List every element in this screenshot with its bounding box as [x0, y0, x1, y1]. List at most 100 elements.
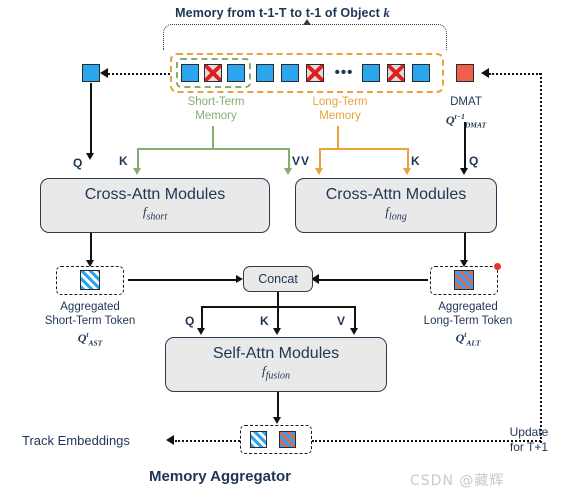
dmat-symbol: Qt−1DMAT: [425, 110, 507, 132]
short-term-memory-label-line2: Memory: [195, 109, 237, 122]
aggregated-short-symbol: QtAST: [20, 328, 160, 350]
fusion-k-arrowhead: [273, 328, 281, 335]
fusion-k-line: [277, 306, 279, 330]
long-term-memory-label-line2: Memory: [319, 109, 361, 122]
concat-block[interactable]: Concat: [243, 266, 313, 292]
q-long-label: Q: [469, 154, 479, 168]
track-embeddings-arrowhead: [166, 435, 174, 445]
aggregated-short-label-line1: Aggregated: [60, 301, 120, 313]
concat-label: Concat: [258, 272, 298, 286]
aggregated-long-symbol-base: Q: [455, 331, 465, 345]
long-term-token-masked: [306, 64, 324, 82]
dmat-symbol-sup: t−1: [454, 111, 465, 121]
track-embeddings-dotted-line: [175, 440, 240, 442]
memory-scope-bracket-tick: [303, 19, 311, 25]
fusion-k-label: K: [260, 314, 269, 328]
self-attn-subtitle: ffusion: [262, 363, 290, 385]
cross-attn-short-module[interactable]: Cross-Attn Modules fshort: [40, 178, 270, 233]
self-attn-out-line: [277, 392, 279, 419]
update-indicator-dot: [494, 263, 501, 270]
aggregated-long-label: Aggregated Long-Term Token QtALT: [398, 301, 538, 350]
aggregated-short-label: Aggregated Short-Term Token QtAST: [20, 301, 160, 350]
short-to-concat-arrowhead: [236, 275, 243, 283]
cross-attn-short-subtitle: fshort: [143, 204, 167, 226]
output-short-token: [250, 431, 267, 448]
short-term-token-masked: [204, 64, 222, 82]
long-term-token: [256, 64, 274, 82]
long-term-memory-label: Long-Term Memory: [290, 96, 390, 123]
v-short-line: [288, 148, 290, 170]
aggregated-long-token: [454, 270, 474, 290]
k-long-arrowhead: [403, 168, 411, 175]
short-term-memory-label: Short-Term Memory: [166, 96, 266, 123]
watermark: CSDN @藏辉: [410, 473, 505, 489]
long-term-token: [281, 64, 299, 82]
dmat-token: [456, 64, 474, 82]
aggregated-short-symbol-sub: AST: [88, 338, 103, 348]
fusion-q-line: [201, 306, 203, 330]
memory-to-token-arrowhead: [100, 68, 108, 78]
concat-stem: [277, 292, 279, 307]
cross-attn-short-subtitle-sub: short: [146, 211, 168, 223]
long-term-token: [362, 64, 380, 82]
aggregated-short-label-line2: Short-Term Token: [44, 314, 136, 327]
fusion-v-line: [354, 306, 356, 330]
aggregated-long-symbol: QtALT: [398, 328, 538, 350]
aggregated-long-label-line1: Aggregated: [438, 301, 498, 313]
short-term-token: [227, 64, 245, 82]
q-long-line: [464, 122, 466, 170]
diagram-canvas: Memory from t-1-T to t-1 of Object k •••…: [0, 0, 565, 502]
fusion-v-label: V: [337, 314, 346, 328]
v-short-arrowhead: [284, 168, 292, 175]
dmat-feedback-line-v: [540, 73, 542, 443]
q-short-arrowhead: [86, 153, 94, 160]
q-long-arrowhead: [460, 168, 468, 175]
short-term-split-bar: [137, 148, 289, 150]
v-long-arrowhead: [315, 168, 323, 175]
long-term-token: [412, 64, 430, 82]
long-term-split-bar: [319, 148, 409, 150]
aggregated-short-token: [80, 270, 100, 290]
k-long-line: [407, 148, 409, 170]
dmat-feedback-arrowhead: [481, 68, 489, 78]
long-term-stem: [337, 126, 339, 149]
track-embeddings-label: Track Embeddings: [22, 433, 130, 448]
aggregated-long-symbol-sub: ALT: [466, 338, 481, 348]
self-attn-subtitle-sub: fusion: [265, 370, 291, 382]
page-title-text: Memory from t-1-T to t-1 of Object: [175, 6, 384, 20]
memory-to-token-dotted-line: [108, 73, 170, 75]
long-term-ellipsis: •••: [334, 64, 354, 81]
fusion-v-arrowhead: [350, 328, 358, 335]
v-long-label: V: [301, 154, 310, 168]
cross-short-out-line: [90, 233, 92, 263]
fusion-q-label: Q: [185, 314, 195, 328]
v-short-label: V: [292, 154, 301, 168]
cross-attn-short-title: Cross-Attn Modules: [84, 186, 226, 204]
self-attn-fusion-module[interactable]: Self-Attn Modules ffusion: [165, 337, 387, 392]
v-long-line: [319, 148, 321, 170]
short-to-concat-line: [128, 279, 238, 281]
update-label-line1: Update: [509, 425, 549, 439]
short-term-token: [181, 64, 199, 82]
cross-attn-long-subtitle: flong: [385, 204, 406, 226]
self-attn-title: Self-Attn Modules: [212, 345, 340, 363]
cross-attn-long-module[interactable]: Cross-Attn Modules flong: [295, 178, 497, 233]
cross-attn-long-title: Cross-Attn Modules: [325, 186, 467, 204]
output-long-token: [279, 431, 296, 448]
cross-long-out-line: [464, 233, 466, 263]
page-title: Memory from t-1-T to t-1 of Object k: [0, 6, 565, 21]
q-short-label: Q: [73, 156, 83, 170]
short-term-stem: [212, 126, 214, 149]
dmat-symbol-base: Q: [445, 112, 455, 127]
k-short-label: K: [119, 154, 128, 168]
dmat-symbol-sub: DMAT: [464, 119, 487, 129]
fusion-q-arrowhead: [197, 328, 205, 335]
long-to-concat-line: [318, 279, 428, 281]
page-title-object-symbol: k: [383, 6, 390, 20]
dmat-label: DMAT Qt−1DMAT: [425, 96, 507, 131]
q-short-line: [90, 83, 92, 155]
k-short-line: [137, 148, 139, 170]
self-attn-out-arrowhead: [273, 417, 281, 424]
k-long-label: K: [411, 154, 420, 168]
k-short-arrowhead: [133, 168, 141, 175]
